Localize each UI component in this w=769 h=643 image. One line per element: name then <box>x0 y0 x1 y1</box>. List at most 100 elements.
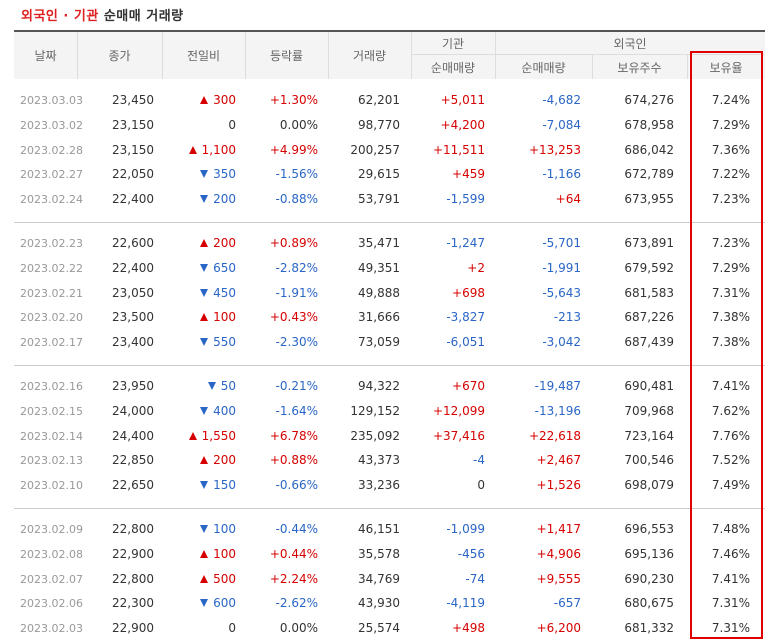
table-row: 2023.02.24 22,400 200 -0.88% 53,791 -1,599 +64… <box>0 188 769 213</box>
cell-institution-net: +11,511 <box>432 142 485 157</box>
cell-diff: 550 <box>200 335 236 349</box>
cell-date: 2023.02.13 <box>20 454 83 468</box>
cell-institution-net: -4 <box>473 453 485 468</box>
cell-close: 23,050 <box>112 285 154 300</box>
cell-diff: 150 <box>200 478 236 492</box>
ratio-column-highlight <box>690 51 763 639</box>
table-row: 2023.02.17 23,400 550 -2.30% 73,059 -6,051 -3,… <box>0 331 769 356</box>
cell-volume: 49,888 <box>358 285 400 300</box>
cell-close: 22,800 <box>112 522 154 536</box>
cell-foreign-holdings: 680,675 <box>624 596 674 611</box>
cell-rate: +0.88% <box>269 453 318 468</box>
cell-rate: -2.62% <box>275 596 318 611</box>
cell-diff-value: 550 <box>213 335 236 350</box>
header-rate: 등락률 <box>269 49 304 63</box>
cell-foreign-holdings: 690,230 <box>624 571 674 586</box>
cell-volume: 94,322 <box>358 379 400 393</box>
header-foreign-net: 순매매량 <box>521 61 566 75</box>
cell-diff: 200 <box>200 192 236 206</box>
header-foreign-group: 외국인 <box>613 37 647 51</box>
cell-diff-value: 200 <box>213 453 236 468</box>
cell-close: 22,800 <box>112 571 154 586</box>
cell-diff: 450 <box>200 286 236 300</box>
cell-institution-net: +37,416 <box>432 428 485 443</box>
cell-close: 23,450 <box>112 93 154 107</box>
cell-date: 2023.02.23 <box>20 237 83 250</box>
cell-volume: 73,059 <box>358 335 400 350</box>
cell-foreign-holdings: 686,042 <box>624 142 674 157</box>
table-row: 2023.02.23 22,600 200 +0.89% 35,471 -1,247 -5,… <box>0 232 769 257</box>
cell-volume: 200,257 <box>350 142 400 157</box>
cell-institution-net: +4,200 <box>440 117 485 132</box>
table-row: 2023.02.03 22,900 0 0.00% 25,574 +498 +6,200 68… <box>0 617 769 642</box>
cell-institution-net: -1,099 <box>446 522 485 536</box>
table-row: 2023.02.21 23,050 450 -1.91% 49,888 +698 -5,64… <box>0 282 769 307</box>
cell-foreign-holdings: 673,955 <box>624 192 674 207</box>
cell-close: 22,400 <box>112 260 154 275</box>
cell-rate: +2.24% <box>269 571 318 586</box>
cell-institution-net: +12,099 <box>432 403 485 418</box>
cell-close: 23,150 <box>112 142 154 157</box>
cell-foreign-net: +9,555 <box>536 571 581 586</box>
cell-institution-net: -3,827 <box>446 310 485 325</box>
cell-institution-net: +459 <box>452 167 485 182</box>
cell-diff: 200 <box>200 236 236 250</box>
cell-foreign-net: -19,487 <box>534 379 581 393</box>
cell-diff: 650 <box>200 261 236 275</box>
cell-volume: 235,092 <box>350 428 400 443</box>
table-row: 2023.02.06 22,300 600 -2.62% 43,930 -4,119 -65… <box>0 592 769 617</box>
cell-institution-net: -1,247 <box>446 236 485 250</box>
cell-rate: +0.43% <box>269 310 318 325</box>
cell-institution-net: +498 <box>452 621 485 636</box>
cell-diff-value: 100 <box>213 522 236 536</box>
cell-close: 24,000 <box>112 403 154 418</box>
arrow-down-icon <box>207 382 216 390</box>
cell-volume: 29,615 <box>358 167 400 182</box>
cell-diff-value: 200 <box>213 236 236 250</box>
cell-foreign-net: +1,526 <box>536 478 581 493</box>
cell-foreign-holdings: 678,958 <box>624 117 674 132</box>
cell-foreign-holdings: 673,891 <box>624 236 674 250</box>
cell-close: 23,950 <box>112 379 154 393</box>
table-row: 2023.03.03 23,450 300 +1.30% 62,201 +5,011 -4,… <box>0 89 769 114</box>
cell-close: 22,850 <box>112 453 154 468</box>
cell-date: 2023.02.21 <box>20 286 83 300</box>
cell-rate: +4.99% <box>269 142 318 157</box>
table-header: 날짜 종가 전일비 등락률 거래량 기관 외국인 순매매량 순매매량 보유주수 … <box>14 30 765 79</box>
cell-date: 2023.02.22 <box>20 261 83 275</box>
cell-diff-value: 200 <box>213 192 236 207</box>
cell-foreign-holdings: 690,481 <box>624 379 674 393</box>
arrow-down-icon <box>200 525 209 533</box>
cell-rate: -0.21% <box>275 379 318 393</box>
arrow-down-icon <box>200 263 209 272</box>
cell-foreign-net: +2,467 <box>536 453 581 468</box>
arrow-up-icon <box>188 145 197 154</box>
group-divider <box>14 508 765 509</box>
arrow-down-icon <box>200 288 209 297</box>
cell-diff-value: 500 <box>213 571 236 586</box>
arrow-down-icon <box>200 406 209 415</box>
header-institution-net: 순매매량 <box>430 61 476 75</box>
cell-close: 22,600 <box>112 236 154 250</box>
cell-date: 2023.02.27 <box>20 168 83 182</box>
cell-volume: 43,373 <box>358 453 400 468</box>
cell-institution-net: 0 <box>477 478 485 493</box>
cell-close: 22,900 <box>112 546 154 561</box>
cell-institution-net: +2 <box>467 260 485 275</box>
table-row: 2023.02.08 22,900 100 +0.44% 35,578 -456 +4,90… <box>0 543 769 568</box>
cell-rate: -0.44% <box>275 522 318 536</box>
arrow-up-icon <box>200 574 209 583</box>
cell-institution-net: -456 <box>457 546 485 561</box>
table-row: 2023.02.28 23,150 1,100 +4.99% 200,257 +11,51… <box>0 139 769 164</box>
cell-date: 2023.02.15 <box>20 404 83 418</box>
cell-foreign-holdings: 709,968 <box>624 403 674 418</box>
header-volume: 거래량 <box>352 49 387 63</box>
cell-foreign-net: -4,682 <box>542 93 581 107</box>
cell-diff: 0 <box>228 118 236 132</box>
cell-close: 23,400 <box>112 335 154 350</box>
cell-diff-value: 1,100 <box>201 142 236 157</box>
table-row: 2023.02.16 23,950 50 -0.21% 94,322 +670 -19,48… <box>0 375 769 400</box>
group-divider <box>14 365 765 366</box>
arrow-down-icon <box>200 481 209 490</box>
table-row: 2023.02.10 22,650 150 -0.66% 33,236 0 +1,526 69… <box>0 474 769 499</box>
